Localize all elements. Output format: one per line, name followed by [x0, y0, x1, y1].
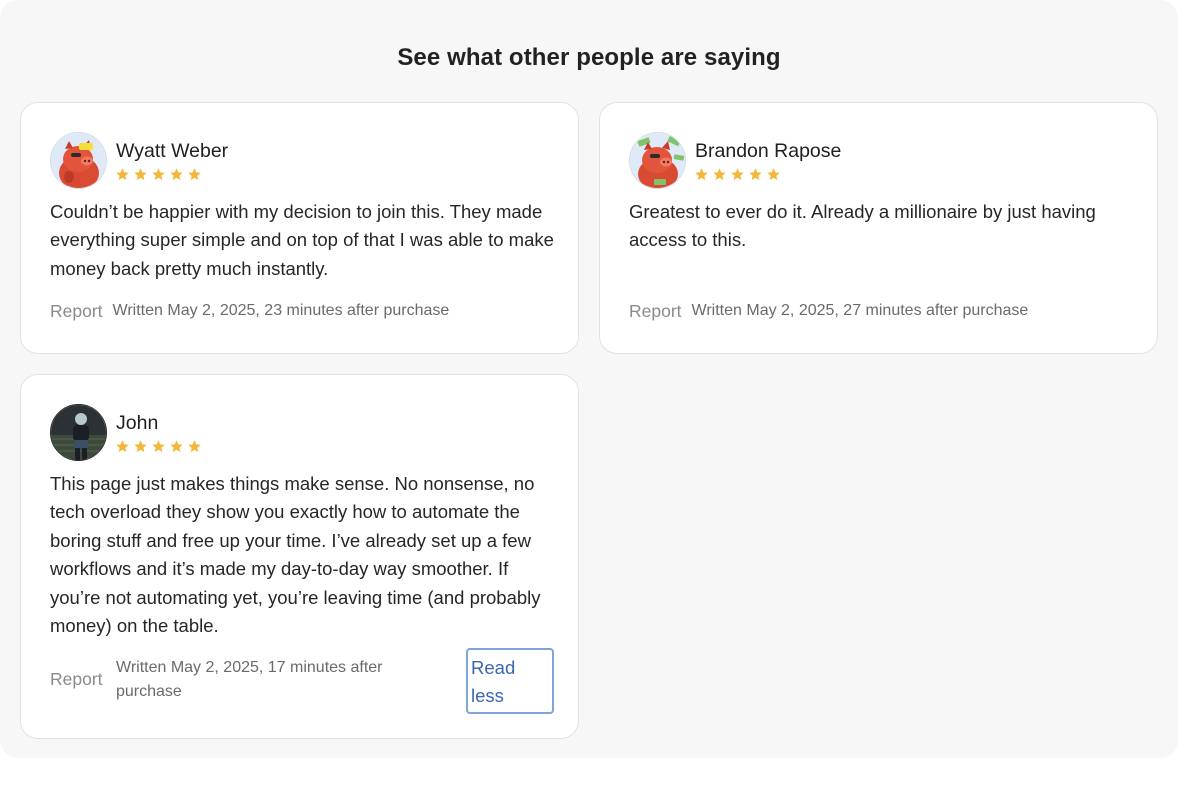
review-card: Brandon Rapose Greatest to ever do it. A…	[599, 102, 1158, 354]
star-icon	[749, 168, 762, 181]
rating-stars	[115, 167, 202, 182]
reviewer-name: John	[116, 412, 159, 434]
written-date: Written May 2, 2025, 23 minutes after pu…	[112, 302, 450, 319]
red-pig-money-avatar-icon	[629, 132, 686, 189]
red-pig-avatar-icon	[50, 132, 107, 189]
star-icon	[152, 440, 165, 453]
star-icon	[170, 168, 183, 181]
star-icon	[695, 168, 708, 181]
review-text: Couldn’t be happier with my decision to …	[50, 201, 554, 279]
section-heading: See what other people are saying	[397, 44, 781, 71]
review-card: John This page just makes things make se…	[20, 374, 579, 739]
star-icon	[731, 168, 744, 181]
star-icon	[713, 168, 726, 181]
star-icon	[188, 440, 201, 453]
review-text: This page just makes things make sense. …	[50, 473, 541, 637]
star-icon	[767, 168, 780, 181]
review-footer: Report Written May 2, 2025, 27 minutes a…	[629, 299, 1028, 323]
reviewer-name: Wyatt Weber	[116, 140, 229, 162]
star-icon	[188, 168, 201, 181]
report-link[interactable]: Report	[629, 301, 682, 322]
star-icon	[170, 440, 183, 453]
read-less-button[interactable]: Read less	[466, 648, 554, 714]
star-icon	[152, 168, 165, 181]
rating-stars	[115, 439, 202, 454]
reviewer-name: Brandon Rapose	[695, 140, 842, 162]
report-link[interactable]: Report	[50, 301, 103, 322]
report-link[interactable]: Report	[50, 669, 103, 690]
written-date: Written May 2, 2025, 27 minutes after pu…	[691, 302, 1029, 319]
review-footer: Report Written May 2, 2025, 23 minutes a…	[50, 299, 449, 323]
star-icon	[116, 440, 129, 453]
review-text: Greatest to ever do it. Already a millio…	[629, 201, 1096, 251]
person-photo-avatar-icon	[50, 404, 107, 461]
written-date: Written May 2, 2025, 17 minutes after pu…	[116, 659, 383, 700]
rating-stars	[694, 167, 781, 182]
star-icon	[134, 168, 147, 181]
star-icon	[134, 440, 147, 453]
review-card: Wyatt Weber Couldn’t be happier with my …	[20, 102, 579, 354]
star-icon	[116, 168, 129, 181]
